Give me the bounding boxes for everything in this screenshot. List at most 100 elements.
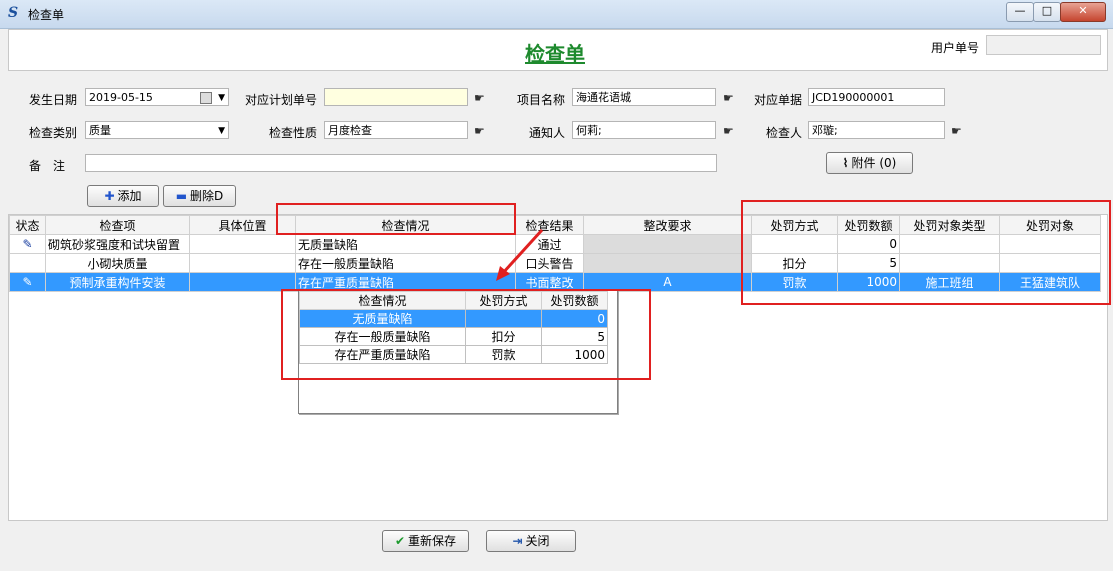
notify-input[interactable]: 何莉;	[572, 121, 716, 139]
attachment-label: 附件 (0)	[851, 156, 897, 170]
user-no-input[interactable]	[986, 35, 1101, 55]
cell-target-type[interactable]	[899, 234, 1000, 254]
doc-label: 对应单据	[754, 93, 803, 107]
plus-icon: ✚	[104, 189, 115, 203]
cell-target-type[interactable]: 施工班组	[899, 272, 1000, 292]
cell-item[interactable]: 预制承重构件安装	[45, 272, 190, 292]
col-situation[interactable]: 检查情况	[295, 215, 516, 235]
pick-notify-icon[interactable]: ☛	[723, 125, 741, 137]
add-label: 添加	[117, 189, 142, 203]
option-method	[465, 309, 542, 328]
cell-penalty-amount[interactable]: 0	[837, 234, 900, 254]
col-result[interactable]: 检查结果	[515, 215, 584, 235]
option-amount: 5	[541, 327, 608, 346]
col-status[interactable]: 状态	[9, 215, 46, 235]
add-row-button[interactable]: ✚ 添加	[87, 185, 159, 207]
cell-target[interactable]: 王猛建筑队	[999, 272, 1101, 292]
col-requirement[interactable]: 整改要求	[583, 215, 752, 235]
popup-col-situation: 检查情况	[299, 291, 466, 310]
situation-dropdown-table: 检查情况 处罚方式 处罚数额 无质量缺陷 0 存在一般质量缺陷 扣分 5 存在严…	[299, 291, 608, 364]
table-row-selected[interactable]: ✎ 预制承重构件安装 存在严重质量缺陷 书面整改 A 罚款 1000 施工班组 …	[9, 272, 1101, 292]
situation-dropdown-popup: 检查情况 处罚方式 处罚数额 无质量缺陷 0 存在一般质量缺陷 扣分 5 存在严…	[298, 290, 618, 414]
cell-location[interactable]	[189, 272, 296, 292]
resave-button[interactable]: ✔ 重新保存	[382, 530, 469, 552]
nature-label: 检查性质	[269, 126, 318, 140]
col-penalty-amount[interactable]: 处罚数额	[837, 215, 900, 235]
cell-target[interactable]	[999, 234, 1101, 254]
col-item[interactable]: 检查项	[45, 215, 190, 235]
edit-pencil-icon: ✎	[9, 272, 46, 292]
cell-location[interactable]	[189, 253, 296, 273]
cell-item[interactable]: 小砌块质量	[45, 253, 190, 273]
cell-item[interactable]: 砌筑砂浆强度和试块留置	[45, 234, 190, 254]
notify-label: 通知人	[529, 126, 566, 140]
checkmark-icon: ✔	[394, 534, 406, 548]
chevron-down-icon[interactable]: ▼	[218, 89, 225, 105]
pick-inspector-icon[interactable]: ☛	[951, 125, 969, 137]
date-label: 发生日期	[29, 93, 78, 107]
project-label: 项目名称	[517, 93, 566, 107]
cell-penalty-method[interactable]: 罚款	[751, 272, 838, 292]
dropdown-option[interactable]: 存在严重质量缺陷 罚款 1000	[299, 345, 608, 364]
plan-no-label: 对应计划单号	[245, 93, 318, 107]
dropdown-option[interactable]: 存在一般质量缺陷 扣分 5	[299, 327, 608, 346]
pick-project-icon[interactable]: ☛	[723, 92, 741, 104]
remark-label: 备 注	[29, 159, 66, 173]
app-logo-icon: S	[8, 5, 19, 21]
table-row[interactable]: ✎ 砌筑砂浆强度和试块留置 无质量缺陷 通过 0	[9, 234, 1101, 254]
cell-result[interactable]: 通过	[515, 234, 584, 254]
attachment-button[interactable]: ⌇ 附件 (0)	[826, 152, 913, 174]
dropdown-option[interactable]: 无质量缺陷 0	[299, 309, 608, 328]
cell-requirement[interactable]: A	[583, 272, 752, 292]
option-amount: 1000	[541, 345, 608, 364]
plan-no-input[interactable]	[324, 88, 468, 106]
option-situation: 无质量缺陷	[299, 309, 466, 328]
chevron-down-icon[interactable]: ▼	[218, 122, 225, 138]
exit-door-icon: ⇥	[512, 534, 523, 548]
cell-penalty-method[interactable]: 扣分	[751, 253, 838, 273]
date-picker[interactable]: 2019-05-15 ▼	[85, 88, 229, 106]
cell-location[interactable]	[189, 234, 296, 254]
calendar-icon[interactable]	[200, 92, 212, 104]
table-row[interactable]: 小砌块质量 存在一般质量缺陷 口头警告 扣分 5	[9, 253, 1101, 273]
cell-target-type[interactable]	[899, 253, 1000, 273]
cell-penalty-amount[interactable]: 5	[837, 253, 900, 273]
window-title: 检查单	[28, 8, 65, 22]
cell-target[interactable]	[999, 253, 1101, 273]
remark-input[interactable]	[85, 154, 717, 172]
col-location[interactable]: 具体位置	[189, 215, 296, 235]
pick-plan-no-icon[interactable]: ☛	[474, 92, 492, 104]
form-header: 检查单 用户单号	[8, 29, 1108, 71]
col-penalty-method[interactable]: 处罚方式	[751, 215, 838, 235]
inspector-label: 检查人	[766, 126, 803, 140]
cell-requirement[interactable]	[583, 253, 752, 273]
cell-requirement[interactable]	[583, 234, 752, 254]
option-method: 扣分	[465, 327, 542, 346]
doc-input[interactable]: JCD190000001	[808, 88, 945, 106]
project-input[interactable]: 海通花语城	[572, 88, 716, 106]
cell-situation[interactable]: 存在严重质量缺陷	[295, 272, 516, 292]
cell-penalty-method[interactable]	[751, 234, 838, 254]
minimize-button[interactable]: —	[1006, 2, 1034, 22]
cell-situation[interactable]: 存在一般质量缺陷	[295, 253, 516, 273]
col-target[interactable]: 处罚对象	[999, 215, 1101, 235]
cell-result[interactable]: 口头警告	[515, 253, 584, 273]
paperclip-icon: ⌇	[842, 156, 849, 170]
maximize-button[interactable]: □	[1033, 2, 1061, 22]
cell-penalty-amount[interactable]: 1000	[837, 272, 900, 292]
option-amount: 0	[541, 309, 608, 328]
cell-status	[9, 253, 46, 273]
cell-situation[interactable]: 无质量缺陷	[295, 234, 516, 254]
pick-nature-icon[interactable]: ☛	[474, 125, 492, 137]
col-target-type[interactable]: 处罚对象类型	[899, 215, 1000, 235]
close-window-button[interactable]: ✕	[1060, 2, 1106, 22]
inspector-input[interactable]: 邓璇;	[808, 121, 945, 139]
cell-result[interactable]: 书面整改	[515, 272, 584, 292]
close-button[interactable]: ⇥ 关闭	[486, 530, 576, 552]
delete-row-button[interactable]: ▬ 删除D	[163, 185, 236, 207]
category-select[interactable]: 质量 ▼	[85, 121, 229, 139]
category-value: 质量	[89, 124, 111, 137]
footer-bar: ✔ 重新保存 ⇥ 关闭	[8, 520, 1106, 565]
minus-icon: ▬	[175, 189, 188, 203]
nature-input[interactable]: 月度检查	[324, 121, 468, 139]
